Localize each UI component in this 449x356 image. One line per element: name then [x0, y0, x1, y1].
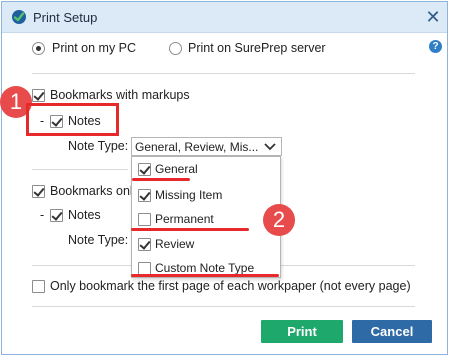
note-type-dropdown: General Missing Item Permanent Review Cu…	[131, 156, 281, 278]
only-first-page-label[interactable]: Only bookmark the first page of each wor…	[50, 279, 411, 293]
annotation-underline	[131, 228, 249, 231]
chevron-down-icon[interactable]	[262, 139, 278, 154]
cancel-button[interactable]: Cancel	[352, 320, 432, 343]
app-logo-icon	[12, 10, 26, 24]
annotation-underline	[132, 178, 190, 181]
only-first-page-checkbox[interactable]	[32, 280, 45, 293]
print-setup-dialog: Print Setup ✕ Print on my PC Print on Su…	[1, 1, 448, 355]
annotation-underline	[131, 274, 279, 277]
window-title: Print Setup	[33, 10, 98, 25]
dropdown-item-label[interactable]: Review	[155, 237, 194, 251]
separator	[32, 73, 415, 74]
missing-item-checkbox[interactable]	[138, 189, 151, 202]
note-type-select[interactable]: General, Review, Mis...	[131, 137, 282, 156]
print-button[interactable]: Print	[261, 320, 343, 343]
annotation-badge-2: 2	[263, 204, 295, 236]
separator	[32, 306, 415, 307]
bookmarks-only-label[interactable]: Bookmarks onl	[50, 184, 133, 198]
notes-checkbox-2[interactable]	[50, 209, 63, 222]
general-checkbox[interactable]	[138, 163, 151, 176]
note-type-label: Note Type:	[68, 139, 129, 153]
bookmarks-with-markups-label[interactable]: Bookmarks with markups	[50, 88, 190, 102]
dropdown-item-label[interactable]: Custom Note Type	[155, 261, 254, 275]
print-on-server-label[interactable]: Print on SurePrep server	[188, 41, 326, 55]
note-type-value: General, Review, Mis...	[135, 140, 259, 154]
indent-dash: -	[40, 208, 45, 222]
dropdown-item-review[interactable]: Review	[132, 232, 280, 256]
title-bar: Print Setup ✕	[2, 2, 447, 33]
print-on-server-radio[interactable]	[169, 42, 182, 55]
notes-label-2[interactable]: Notes	[68, 208, 101, 222]
separator	[32, 169, 128, 170]
bookmarks-with-markups-checkbox[interactable]	[32, 89, 45, 102]
permanent-checkbox[interactable]	[138, 213, 151, 226]
dropdown-item-label[interactable]: Permanent	[155, 212, 214, 226]
note-type-label-2: Note Type:	[68, 233, 129, 247]
bookmarks-only-checkbox[interactable]	[32, 185, 45, 198]
dropdown-item-label[interactable]: Missing Item	[155, 188, 222, 202]
help-icon[interactable]: ?	[429, 40, 442, 53]
print-on-pc-label[interactable]: Print on my PC	[52, 41, 136, 55]
close-icon[interactable]: ✕	[422, 5, 444, 29]
dropdown-item-missing-item[interactable]: Missing Item	[132, 183, 280, 207]
print-on-pc-radio[interactable]	[32, 42, 45, 55]
dropdown-item-label[interactable]: General	[155, 162, 198, 176]
annotation-highlight-box	[26, 103, 119, 136]
review-checkbox[interactable]	[138, 238, 151, 251]
